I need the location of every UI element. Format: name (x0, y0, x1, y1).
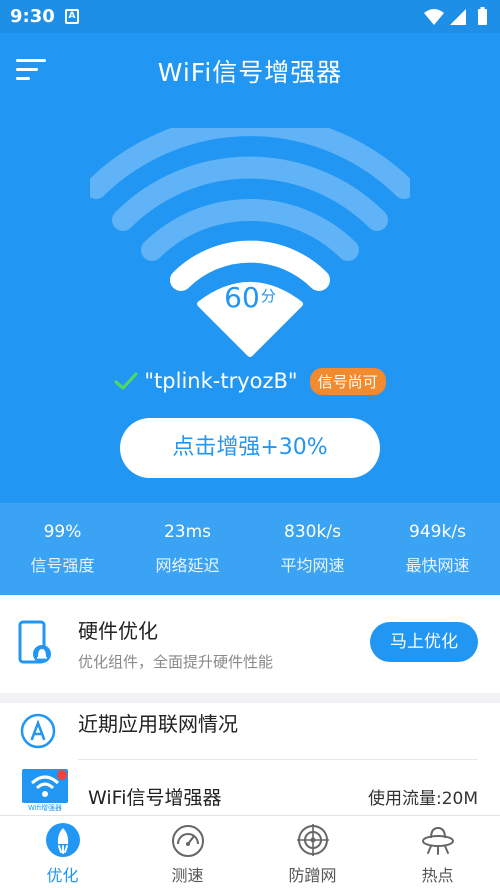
wifi-signal-icon (90, 128, 410, 357)
app-title: WiFi信号增强器 (157, 58, 343, 87)
speedometer-icon (171, 825, 204, 857)
recent-apps-card: 近期应用联网情况 Wifi增强器 WiFi信号增强器 使用流量:20M (0, 703, 500, 815)
score-value: 60 (224, 281, 260, 314)
optimize-now-button[interactable]: 马上优化 (370, 622, 478, 662)
recent-apps-title: 近期应用联网情况 (78, 712, 238, 736)
stat-label: 最快网速 (405, 556, 470, 575)
network-row: "tplink-tryozB" 信号尚可 (0, 366, 500, 396)
target-icon (296, 824, 329, 856)
stat-value: 830k/s (284, 522, 341, 542)
app-data-usage: 使用流量:20M (367, 789, 478, 809)
stat-average-speed: 830k/s 平均网速 (250, 503, 375, 595)
tab-speed-test[interactable]: 测速 (125, 816, 250, 888)
tab-anti-leech[interactable]: 防蹭网 (250, 816, 375, 888)
check-icon (114, 372, 138, 390)
tab-label: 防蹭网 (288, 866, 337, 885)
ufo-icon (421, 826, 454, 855)
tab-optimize[interactable]: 优化 (0, 816, 125, 888)
hardware-optimize-card: 硬件优化 优化组件，全面提升硬件性能 马上优化 (0, 595, 500, 693)
tab-label: 优化 (46, 866, 79, 885)
divider (78, 759, 478, 760)
stat-value: 949k/s (409, 522, 466, 542)
network-name: "tplink-tryozB" (144, 369, 298, 393)
status-icons (424, 7, 487, 25)
status-time: 9:30 (10, 6, 55, 27)
app-store-icon (20, 713, 56, 749)
app-name: WiFi信号增强器 (88, 787, 222, 809)
rocket-icon (45, 823, 80, 857)
wifi-app-icon: Wifi增强器 (22, 769, 68, 811)
bottom-tab-bar: 优化 测速 防蹭网 热点 (0, 815, 500, 888)
stat-latency: 23ms 网络延迟 (125, 503, 250, 595)
stat-value: 23ms (163, 522, 212, 542)
battery-icon (478, 9, 487, 25)
hardware-title: 硬件优化 (78, 619, 158, 643)
wifi-app-thumb-text: Wifi增强器 (28, 803, 62, 811)
cell-signal-icon (450, 9, 466, 25)
stat-value: 99% (43, 522, 82, 542)
hardware-subtitle: 优化组件，全面提升硬件性能 (78, 653, 274, 671)
stat-signal-strength: 99% 信号强度 (0, 503, 125, 595)
hero-panel: WiFi信号增强器 60分 "tplink-tryozB" 信号尚可 点击增强+… (0, 33, 500, 503)
boost-button[interactable]: 点击增强+30% (120, 418, 380, 478)
signal-score: 60分 (200, 281, 300, 314)
notification-a-icon: A (65, 9, 79, 24)
tab-hotspot[interactable]: 热点 (375, 816, 500, 888)
tab-label: 测速 (171, 866, 204, 885)
tab-label: 热点 (421, 866, 454, 885)
status-bar: 9:30 A (0, 0, 500, 33)
stat-label: 信号强度 (30, 556, 95, 575)
phone-bell-icon (18, 620, 51, 664)
stat-label: 网络延迟 (155, 556, 220, 575)
wifi-status-icon (424, 9, 444, 25)
stat-max-speed: 949k/s 最快网速 (375, 503, 500, 595)
score-unit: 分 (260, 287, 276, 305)
stats-panel: 99% 信号强度 23ms 网络延迟 830k/s 平均网速 949k/s 最快… (0, 503, 500, 595)
signal-quality-badge: 信号尚可 (309, 367, 386, 395)
stat-label: 平均网速 (280, 556, 345, 575)
